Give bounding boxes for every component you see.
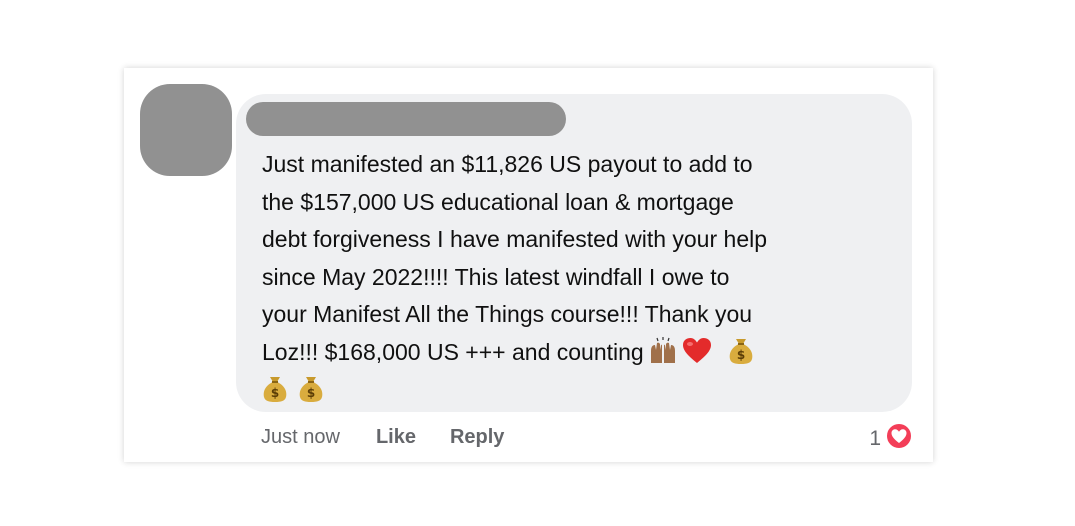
comment-line: your Manifest All the Things course!!! T… <box>262 301 753 328</box>
raising-hands-icon <box>648 336 678 365</box>
comment-body: Just manifested an $11,826 US payout to … <box>262 146 902 409</box>
author-name-redacted[interactable] <box>246 102 566 136</box>
love-icon <box>885 422 913 456</box>
comment-line: since May 2022!!!! This latest windfall … <box>262 263 730 290</box>
money-bag-icon: $ <box>728 337 754 365</box>
reply-button[interactable]: Reply <box>450 426 504 449</box>
money-bag-icon: $ <box>262 375 288 403</box>
comment-line: the $157,000 US educational loan & mortg… <box>262 188 734 215</box>
comment-card: Just manifested an $11,826 US payout to … <box>124 68 933 462</box>
avatar[interactable] <box>140 84 232 176</box>
like-button[interactable]: Like <box>376 426 416 449</box>
comment-line: debt forgiveness I have manifested with … <box>262 226 768 253</box>
timestamp[interactable]: Just now <box>261 426 340 449</box>
comment-bubble: Just manifested an $11,826 US payout to … <box>236 94 912 412</box>
comment-actions: Just now Like Reply <box>261 424 538 450</box>
red-heart-icon <box>682 337 712 365</box>
money-bag-icon: $ <box>298 375 324 403</box>
svg-text:$: $ <box>271 386 279 400</box>
svg-text:$: $ <box>307 386 315 400</box>
reaction-count: 1 <box>869 427 881 450</box>
comment-line: Loz!!! $168,000 US +++ and counting <box>262 338 644 365</box>
comment-line: Just manifested an $11,826 US payout to … <box>262 151 753 177</box>
svg-text:$: $ <box>737 348 745 362</box>
reactions-summary[interactable]: 1 <box>869 422 913 456</box>
